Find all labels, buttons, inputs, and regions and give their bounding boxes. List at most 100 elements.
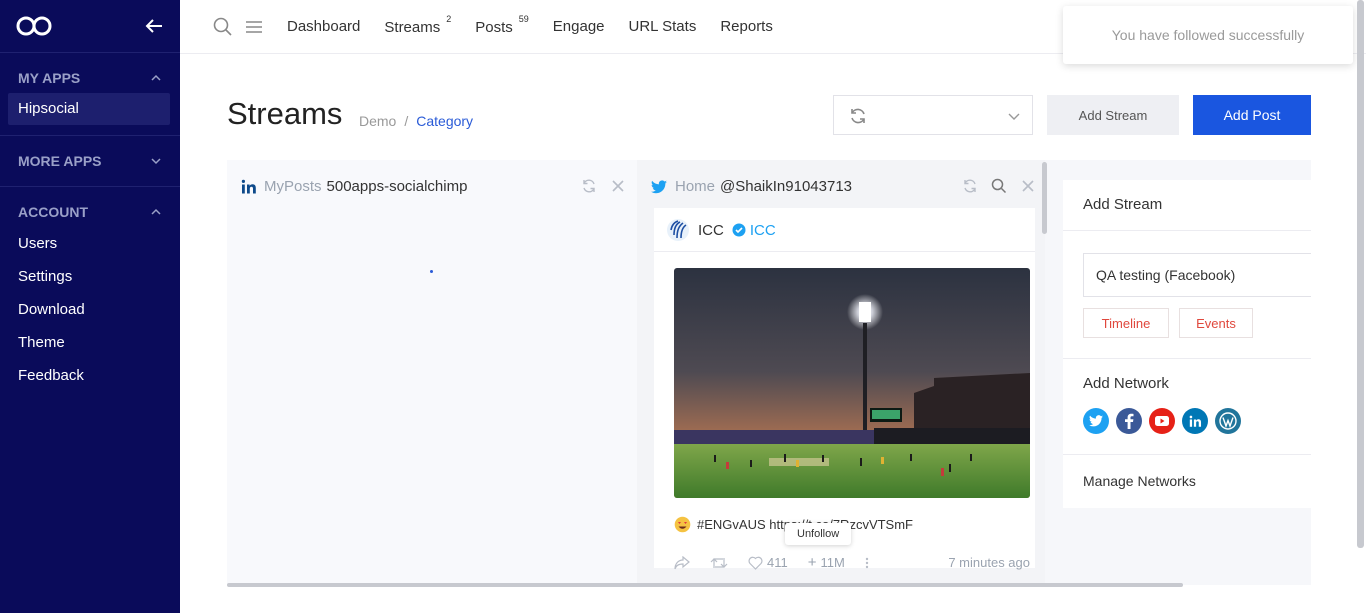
refresh-icon[interactable] <box>848 106 868 126</box>
verified-badge-icon <box>732 223 746 237</box>
linkedin-network-icon[interactable] <box>1182 408 1208 434</box>
timeline-button[interactable]: Timeline <box>1083 308 1169 338</box>
plus-icon: + <box>807 554 817 571</box>
page-title: Streams <box>227 96 343 131</box>
stream-type: Home <box>675 178 716 195</box>
sidebar-item-feedback[interactable]: Feedback <box>0 359 170 392</box>
stream-type: MyPosts <box>264 178 322 195</box>
nav-reports[interactable]: Reports <box>720 18 773 36</box>
sidebar-section-more-apps: MORE APPS <box>0 136 180 187</box>
sidebar: MY APPS Hipsocial MORE APPS ACCOUNT User… <box>0 0 180 613</box>
like-button[interactable]: 411 <box>748 555 788 570</box>
collapse-sidebar-icon[interactable] <box>144 14 164 38</box>
followers-count: 11M <box>820 555 845 570</box>
divider <box>1063 454 1311 455</box>
stream-handle: @ShaikIn91043713 <box>720 178 853 195</box>
share-icon <box>674 555 690 569</box>
streams-count-badge: 2 <box>446 14 452 24</box>
breadcrumb-current[interactable]: Category <box>416 113 473 129</box>
refresh-icon[interactable] <box>581 178 597 194</box>
more-vertical-icon <box>865 557 869 568</box>
unfollow-button[interactable]: + 11M <box>808 554 845 571</box>
sidebar-item-hipsocial[interactable]: Hipsocial <box>8 93 170 125</box>
tweet-author[interactable]: ICC ICC <box>666 208 776 252</box>
sidebar-heading-my-apps[interactable]: MY APPS <box>0 63 180 93</box>
search-icon[interactable] <box>213 17 233 37</box>
more-options-button[interactable] <box>865 556 869 570</box>
heart-icon <box>748 556 763 570</box>
tweet-actions: 411 + 11M 7 minutes ago <box>674 554 1030 571</box>
sidebar-item-users[interactable]: Users <box>0 227 170 260</box>
sidebar-heading-account[interactable]: ACCOUNT <box>0 197 180 227</box>
chevron-down-icon <box>1008 113 1020 120</box>
wordpress-network-icon[interactable] <box>1215 408 1241 434</box>
youtube-network-icon[interactable] <box>1149 408 1175 434</box>
divider <box>1063 358 1311 359</box>
like-count: 411 <box>767 555 788 570</box>
close-icon[interactable] <box>610 178 626 194</box>
nav-engage[interactable]: Engage <box>553 18 605 36</box>
nav-posts[interactable]: Posts 59 <box>475 14 529 36</box>
divider <box>654 251 1035 252</box>
stream-scrollbar[interactable] <box>1042 162 1047 234</box>
stream-header: Home @ShaikIn91043713 <box>651 178 852 195</box>
stream-name: 500apps-socialchimp <box>326 178 468 195</box>
loading-indicator <box>430 270 433 273</box>
sidebar-section-my-apps: MY APPS Hipsocial <box>0 53 180 136</box>
refresh-icon[interactable] <box>962 178 978 194</box>
network-icons <box>1083 408 1241 434</box>
stream-group-select[interactable] <box>833 95 1033 135</box>
unfollow-tooltip: Unfollow <box>785 523 852 545</box>
chevron-up-icon <box>151 208 161 215</box>
retweet-button[interactable] <box>710 556 728 570</box>
breadcrumb: Demo / Category <box>359 113 473 129</box>
linkedin-icon <box>241 179 256 193</box>
main-nav: Dashboard Streams 2 Posts 59 Engage URL St… <box>287 14 773 36</box>
search-icon[interactable] <box>991 178 1007 194</box>
stream-header: MyPosts 500apps-socialchimp <box>241 178 467 195</box>
add-stream-button[interactable]: Add Stream <box>1047 95 1179 135</box>
horizontal-scrollbar[interactable] <box>227 583 1183 587</box>
sidebar-header <box>0 0 180 53</box>
nav-url-stats[interactable]: URL Stats <box>629 18 697 36</box>
reply-button[interactable] <box>674 555 690 570</box>
sidebar-heading-more-apps[interactable]: MORE APPS <box>0 146 180 176</box>
facebook-network-icon[interactable] <box>1116 408 1142 434</box>
stream-column-linkedin: MyPosts 500apps-socialchimp <box>227 160 637 585</box>
sidebar-section-account: ACCOUNT Users Settings Download Theme Fe… <box>0 187 180 402</box>
tweet-time: 7 minutes ago <box>948 555 1030 570</box>
manage-networks-link[interactable]: Manage Networks <box>1083 473 1196 489</box>
nav-dashboard[interactable]: Dashboard <box>287 18 360 36</box>
events-button[interactable]: Events <box>1179 308 1253 338</box>
chevron-down-icon <box>151 158 161 165</box>
twitter-network-icon[interactable] <box>1083 408 1109 434</box>
twitter-icon <box>651 179 667 193</box>
heart-eyes-emoji-icon <box>674 516 691 533</box>
add-network-heading: Add Network <box>1083 375 1169 392</box>
add-stream-heading: Add Stream <box>1083 196 1163 213</box>
posts-count-badge: 59 <box>518 14 529 24</box>
chevron-up-icon <box>151 74 161 81</box>
sidebar-item-theme[interactable]: Theme <box>0 326 170 359</box>
breadcrumb-root[interactable]: Demo <box>359 113 396 129</box>
divider <box>1063 230 1311 231</box>
retweet-icon <box>710 557 728 568</box>
avatar <box>667 219 689 241</box>
tweet-author-name: ICC <box>698 221 724 239</box>
stream-column-twitter: Home @ShaikIn91043713 ICC ICC #ENGvAUS 4… <box>637 160 1045 585</box>
success-toast: You have followed successfully <box>1063 6 1353 64</box>
menu-icon[interactable] <box>244 17 264 37</box>
add-post-button[interactable]: Add Post <box>1193 95 1311 135</box>
streams-board: MyPosts 500apps-socialchimp Home @ShaikI… <box>227 160 1311 585</box>
close-icon[interactable] <box>1020 178 1036 194</box>
tweet-image[interactable] <box>674 268 1030 498</box>
breadcrumb-separator: / <box>404 113 409 129</box>
logo-icon[interactable] <box>16 14 52 38</box>
add-stream-panel: Add Stream QA testing (Facebook) Timelin… <box>1063 180 1311 508</box>
nav-streams[interactable]: Streams 2 <box>384 14 451 36</box>
sidebar-item-settings[interactable]: Settings <box>0 260 170 293</box>
account-select[interactable]: QA testing (Facebook) <box>1083 253 1311 297</box>
sidebar-item-download[interactable]: Download <box>0 293 170 326</box>
page-scrollbar[interactable] <box>1357 0 1364 548</box>
tweet-author-handle: ICC <box>749 221 776 239</box>
